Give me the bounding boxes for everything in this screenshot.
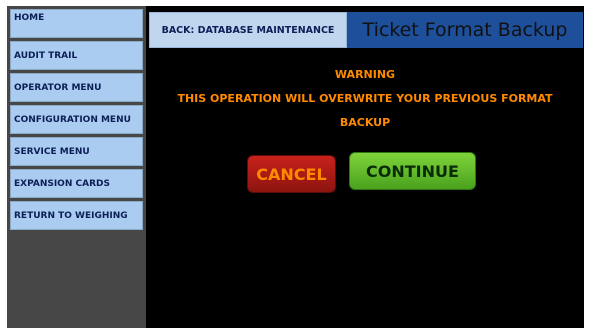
sidebar-item-label: AUDIT TRAIL: [14, 50, 78, 61]
sidebar-item-home[interactable]: HOME: [10, 9, 143, 38]
continue-button-label: CONTINUE: [366, 161, 459, 181]
warning-message-line2: BACKUP: [339, 116, 391, 129]
page-title: Ticket Format Backup: [362, 19, 568, 41]
sidebar-item-label: CONFIGURATION MENU: [14, 114, 131, 125]
sidebar-item-expansion-cards[interactable]: EXPANSION CARDS: [10, 169, 143, 198]
sidebar-item-label: EXPANSION CARDS: [14, 178, 110, 189]
sidebar-item-return-to-weighing[interactable]: RETURN TO WEIGHING: [10, 201, 143, 230]
page-title-bar: Ticket Format Backup: [347, 12, 583, 48]
main-panel: BACK: DATABASE MAINTENANCE Ticket Format…: [146, 6, 584, 328]
sidebar-item-label: RETURN TO WEIGHING: [14, 210, 128, 221]
sidebar-item-audit-trail[interactable]: AUDIT TRAIL: [10, 41, 143, 70]
back-button-label: BACK: DATABASE MAINTENANCE: [161, 24, 335, 36]
continue-button[interactable]: CONTINUE: [349, 152, 476, 190]
sidebar-item-configuration-menu[interactable]: CONFIGURATION MENU: [10, 105, 143, 134]
warning-title: WARNING: [334, 68, 396, 81]
sidebar-item-label: OPERATOR MENU: [14, 82, 102, 93]
back-button[interactable]: BACK: DATABASE MAINTENANCE: [149, 12, 347, 48]
cancel-button[interactable]: CANCEL: [247, 155, 336, 193]
sidebar-item-label: HOME: [14, 13, 45, 23]
sidebar-item-operator-menu[interactable]: OPERATOR MENU: [10, 73, 143, 102]
warning-message-line1: THIS OPERATION WILL OVERWRITE YOUR PREVI…: [177, 92, 553, 105]
cancel-button-label: CANCEL: [256, 164, 327, 184]
sidebar-item-service-menu[interactable]: SERVICE MENU: [10, 137, 143, 166]
sidebar-item-label: SERVICE MENU: [14, 146, 90, 157]
sidebar: HOME AUDIT TRAIL OPERATOR MENU CONFIGURA…: [7, 6, 146, 328]
